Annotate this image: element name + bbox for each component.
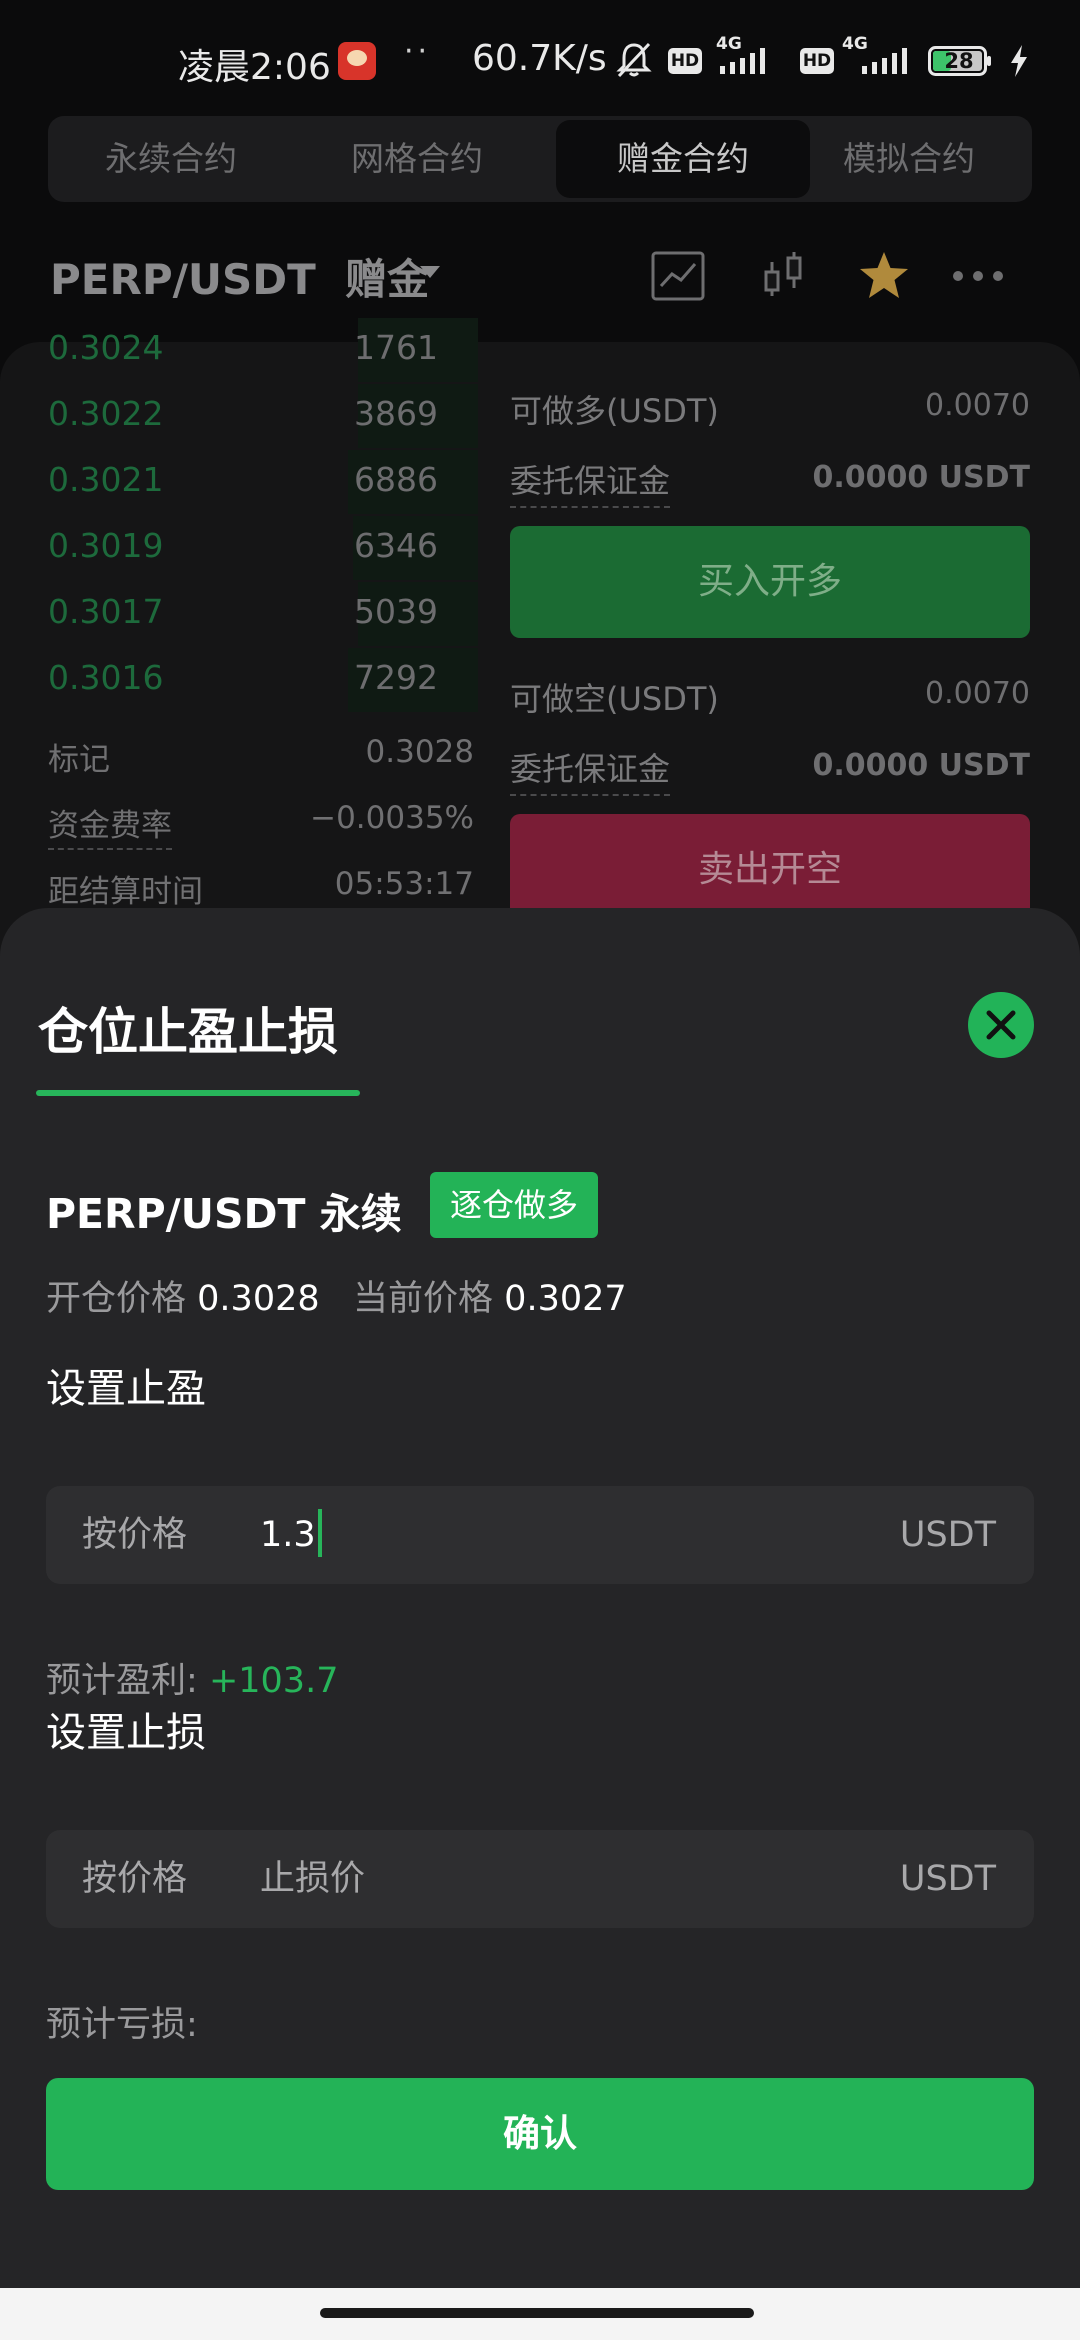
charging-icon (1011, 45, 1027, 77)
signal-icon (720, 48, 765, 74)
settlement-time-label: 距结算时间 (48, 874, 203, 910)
confirm-button[interactable]: 确认 (46, 2078, 1034, 2190)
long-available-label: 可做多(USDT) (510, 392, 719, 430)
tab-demo[interactable]: 模拟合约 (786, 116, 1032, 202)
estimated-loss-label: 预计亏损: (46, 2005, 198, 2045)
long-margin-label[interactable]: 委托保证金 (510, 456, 671, 508)
position-prices: 开仓价格 0.3028 当前价格 0.3027 (46, 1270, 627, 1321)
battery-level: 28 (944, 49, 974, 73)
current-price-value: 0.3027 (504, 1279, 627, 1319)
hd-badge-2: HD (800, 48, 834, 74)
caret-down-icon (420, 266, 440, 278)
orderbook-price: 0.3017 (48, 592, 164, 631)
mark-price-row: 标记 0.3028 (48, 734, 474, 779)
funding-rate-label: 资金费率 (48, 808, 172, 850)
close-button[interactable] (968, 992, 1034, 1058)
take-profit-price-value: 1.3 (260, 1515, 316, 1555)
home-indicator[interactable] (320, 2308, 754, 2318)
short-available-label: 可做空(USDT) (510, 680, 719, 718)
short-margin-label[interactable]: 委托保证金 (510, 744, 671, 796)
tab-bonus[interactable]: 赠金合约 (556, 120, 810, 198)
stop-loss-field[interactable]: 按价格 止损价 USDT (46, 1830, 1034, 1928)
text-cursor (317, 1509, 322, 1557)
open-price-value: 0.3028 (197, 1279, 320, 1319)
current-price-label: 当前价格 (353, 1279, 494, 1319)
estimated-loss: 预计亏损: (46, 1996, 198, 2047)
system-nav-bar (0, 2288, 1080, 2340)
status-time: 凌晨2:06 (178, 47, 331, 88)
orderbook-qty: 6346 (354, 526, 438, 565)
bell-off-icon (616, 42, 652, 78)
tab-grid[interactable]: 网格合约 (294, 116, 540, 202)
title-underline (36, 1090, 360, 1096)
orderbook-qty: 5039 (354, 592, 438, 631)
long-available-value: 0.0070 (925, 388, 1030, 423)
more-notifications-dots: ·· (404, 34, 432, 69)
short-margin-value: 0.0000 USDT (812, 748, 1030, 783)
tab-perpetual[interactable]: 永续合约 (48, 116, 294, 202)
stop-loss-mode-label: 按价格 (82, 1859, 188, 1899)
orderbook-qty: 6886 (354, 460, 438, 499)
line-chart-icon[interactable] (650, 248, 706, 304)
stop-loss-title: 设置止损 (46, 1710, 206, 1756)
orderbook-price: 0.3024 (48, 328, 164, 367)
orderbook-price: 0.3016 (48, 658, 164, 697)
orderbook-qty: 7292 (354, 658, 438, 697)
estimated-profit: 预计盈利: +103.7 (46, 1652, 338, 1703)
funding-rate-value: −0.0035% (310, 800, 474, 836)
position-name: PERP/USDT 永续 (46, 1190, 402, 1238)
tp-sl-sheet: 仓位止盈止损 PERP/USDT 永续 逐仓做多 开仓价格 0.3028 当前价… (0, 908, 1080, 2288)
estimated-profit-label: 预计盈利: (46, 1661, 198, 1701)
take-profit-price-input[interactable]: 1.3 (260, 1486, 860, 1584)
mark-price-label: 标记 (48, 742, 110, 778)
buy-long-button[interactable]: 买入开多 (510, 526, 1030, 638)
funding-rate-row[interactable]: 资金费率 −0.0035% (48, 800, 474, 850)
orderbook-price: 0.3019 (48, 526, 164, 565)
contract-tabs: 永续合约 网格合约 赠金合约 模拟合约 (48, 116, 1032, 202)
close-icon (986, 1010, 1016, 1040)
more-icon[interactable] (950, 248, 1006, 304)
short-available-value: 0.0070 (925, 676, 1030, 711)
orderbook-price: 0.3022 (48, 394, 164, 433)
orderbook-row[interactable]: 0.3016 7292 (48, 648, 478, 724)
mark-price-value: 0.3028 (365, 734, 474, 770)
position-tag: 逐仓做多 (430, 1172, 599, 1238)
star-icon[interactable] (856, 248, 912, 304)
open-price-label: 开仓价格 (46, 1279, 187, 1319)
take-profit-title: 设置止盈 (46, 1366, 206, 1412)
take-profit-unit: USDT (899, 1515, 996, 1555)
signal-icon-2 (862, 48, 907, 74)
long-margin-value: 0.0000 USDT (812, 460, 1030, 495)
stop-loss-price-input[interactable]: 止损价 (260, 1830, 860, 1928)
orderbook-qty: 1761 (354, 328, 438, 367)
pair-name: PERP/USDT 赠金 (50, 255, 430, 304)
take-profit-mode-label: 按价格 (82, 1515, 188, 1555)
orderbook-qty: 3869 (354, 394, 438, 433)
pair-mode: 赠金 (345, 255, 430, 304)
settlement-time-value: 05:53:17 (334, 866, 474, 902)
candlestick-icon[interactable] (756, 248, 812, 304)
status-bar: 凌晨2:06 ·· 60.7K/s HD 4G HD 4G 28 (0, 0, 1080, 115)
settlement-time-row: 距结算时间 05:53:17 (48, 866, 474, 911)
trade-card: 0.3024 1761 0.3022 3869 0.3021 6886 0.30… (0, 318, 1080, 962)
app-notification-icon (338, 42, 376, 80)
estimated-profit-value: +103.7 (208, 1661, 339, 1701)
take-profit-field[interactable]: 按价格 1.3 USDT (46, 1486, 1034, 1584)
sheet-title: 仓位止盈止损 (38, 1003, 338, 1061)
hd-badge: HD (668, 48, 702, 74)
orderbook-price: 0.3021 (48, 460, 164, 499)
network-speed: 60.7K/s (472, 38, 607, 79)
stop-loss-unit: USDT (899, 1859, 996, 1899)
